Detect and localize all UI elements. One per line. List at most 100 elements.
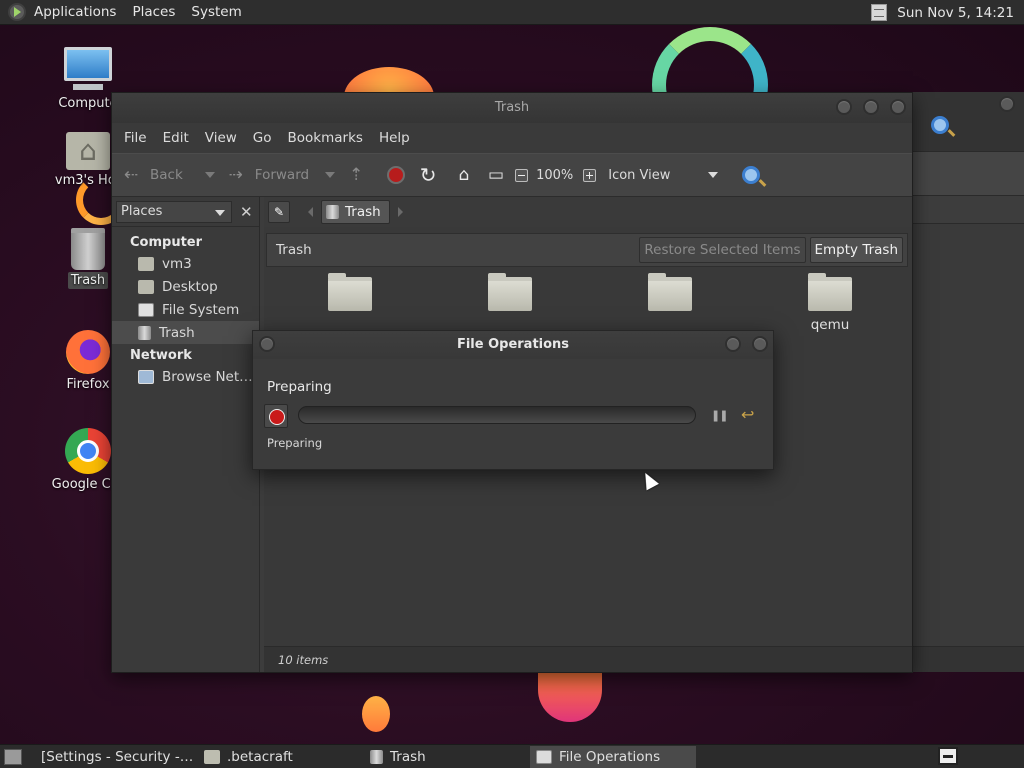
file-item-label: qemu: [810, 317, 850, 333]
menu-system[interactable]: System: [183, 0, 249, 25]
folder-icon: [204, 749, 220, 764]
file-operations-dialog: File Operations Preparing ❚❚ ↩ Preparing: [252, 330, 774, 470]
sidebar-selector-label: Places: [121, 204, 163, 219]
taskbar-item-label: .betacraft: [227, 748, 293, 765]
menubar: File Edit View Go Bookmarks Help: [112, 123, 912, 153]
trash-info-bar: Trash Restore Selected Items Empty Trash: [266, 233, 908, 267]
menu-places[interactable]: Places: [124, 0, 183, 25]
window-maximize-button[interactable]: [863, 99, 879, 115]
back-history-dropdown[interactable]: [204, 172, 215, 178]
dialog-title: File Operations: [456, 337, 570, 352]
wallpaper-shape: [538, 672, 602, 722]
path-scroll-left-icon[interactable]: [308, 207, 313, 217]
sidebar-item-trash[interactable]: Trash: [112, 321, 259, 344]
background-window-titlebar[interactable]: [913, 92, 1024, 152]
dialog-titlebar[interactable]: File Operations: [253, 331, 773, 359]
home-folder-icon: [66, 132, 110, 170]
taskbar-item-file-operations[interactable]: File Operations: [530, 745, 696, 768]
notes-applet-icon[interactable]: [871, 4, 888, 21]
firefox-icon: [66, 330, 110, 374]
sidebar-item-file-system[interactable]: File System: [112, 298, 259, 321]
window-minimize-button[interactable]: [836, 99, 852, 115]
sidebar-item-label: File System: [162, 301, 240, 318]
sidebar-item-label: Desktop: [162, 278, 218, 295]
path-scroll-right-icon[interactable]: [397, 207, 403, 217]
operation-status: Preparing: [267, 379, 332, 395]
file-item[interactable]: [450, 273, 570, 311]
distro-logo-icon[interactable]: [8, 3, 26, 21]
menu-edit[interactable]: Edit: [155, 130, 197, 146]
taskbar-item-betacraft[interactable]: .betacraft: [198, 746, 364, 768]
bottom-panel: [Settings - Security -… .betacraft Trash…: [0, 744, 1024, 768]
home-icon[interactable]: ⌂: [453, 164, 475, 186]
menu-bookmarks[interactable]: Bookmarks: [280, 130, 371, 146]
forward-arrow-icon: ⇢: [228, 165, 243, 185]
edit-location-icon[interactable]: ✎: [268, 201, 290, 223]
window-title: Trash: [494, 100, 530, 115]
restore-selected-button[interactable]: Restore Selected Items: [639, 237, 806, 263]
workspace-switcher-icon[interactable]: [938, 747, 958, 765]
sidebar-item-browse-network[interactable]: Browse Net…: [112, 365, 259, 388]
forward-button[interactable]: ⇢ Forward: [225, 164, 309, 186]
sidebar-header: Places ✕: [112, 197, 259, 227]
folder-icon: [648, 273, 692, 311]
home-folder-icon: [138, 256, 154, 271]
wallpaper-shape: [362, 696, 390, 732]
background-window[interactable]: [912, 92, 1024, 672]
pause-icon[interactable]: ❚❚: [711, 409, 728, 422]
file-item[interactable]: qemu: [770, 273, 890, 333]
desktop-icon-label: Trash: [67, 272, 109, 289]
network-icon: [138, 369, 154, 384]
background-window-strip: [913, 196, 1024, 224]
breadcrumb-trash[interactable]: Trash: [321, 200, 390, 224]
menu-help[interactable]: Help: [371, 130, 418, 146]
sidebar-item-vm3[interactable]: vm3: [112, 252, 259, 275]
sidebar-section-network: Network: [130, 348, 192, 363]
view-mode-select[interactable]: Icon View: [608, 168, 670, 183]
sidebar-item-desktop[interactable]: Desktop: [112, 275, 259, 298]
taskbar-item-label: Trash: [390, 748, 426, 765]
window-close-button[interactable]: [890, 99, 906, 115]
desktop-folder-icon: [138, 279, 154, 294]
menu-go[interactable]: Go: [245, 130, 280, 146]
empty-trash-button[interactable]: Empty Trash: [809, 237, 903, 263]
menu-view[interactable]: View: [197, 130, 245, 146]
forward-history-dropdown[interactable]: [325, 172, 336, 178]
zoom-level: 100%: [536, 167, 574, 183]
drive-icon: [138, 302, 154, 317]
window-close-button[interactable]: [752, 336, 768, 352]
sidebar-item-label: Trash: [159, 324, 195, 341]
close-icon[interactable]: ✕: [240, 203, 253, 221]
background-window-toolbar: [913, 116, 1024, 196]
search-icon[interactable]: [742, 166, 761, 184]
undo-icon[interactable]: ↩: [741, 405, 754, 424]
back-label: Back: [150, 167, 183, 183]
up-arrow-icon[interactable]: ⇡: [345, 164, 367, 186]
sidebar-item-label: vm3: [162, 255, 192, 272]
back-button[interactable]: ⇠ Back: [120, 164, 183, 186]
taskbar-item-trash[interactable]: Trash: [364, 746, 530, 768]
computer-icon[interactable]: ▭: [485, 164, 507, 186]
show-desktop-icon[interactable]: [4, 748, 22, 765]
taskbar-item-settings[interactable]: [Settings - Security -…: [28, 746, 198, 768]
window-titlebar[interactable]: Trash: [112, 93, 912, 123]
search-icon[interactable]: [931, 116, 949, 134]
zoom-in-icon[interactable]: [583, 168, 597, 182]
menu-file[interactable]: File: [116, 130, 155, 146]
menu-applications[interactable]: Applications: [26, 0, 124, 25]
window-minimize-button[interactable]: [725, 336, 741, 352]
view-mode-dropdown[interactable]: [708, 172, 719, 178]
window-close-button[interactable]: [999, 96, 1015, 112]
computer-icon: [64, 47, 112, 90]
taskbar-item-label: [Settings - Security -…: [41, 748, 194, 765]
file-item[interactable]: [290, 273, 410, 311]
stop-icon[interactable]: [387, 166, 406, 184]
clock[interactable]: Sun Nov 5, 14:21: [891, 5, 1020, 21]
back-arrow-icon: ⇠: [123, 165, 139, 185]
reload-icon[interactable]: ↻: [417, 164, 439, 186]
window-menu-button[interactable]: [259, 336, 275, 352]
cancel-operation-button[interactable]: [264, 404, 288, 428]
sidebar-selector[interactable]: Places: [116, 200, 232, 223]
zoom-out-icon[interactable]: [515, 168, 529, 182]
file-item[interactable]: [610, 273, 730, 311]
